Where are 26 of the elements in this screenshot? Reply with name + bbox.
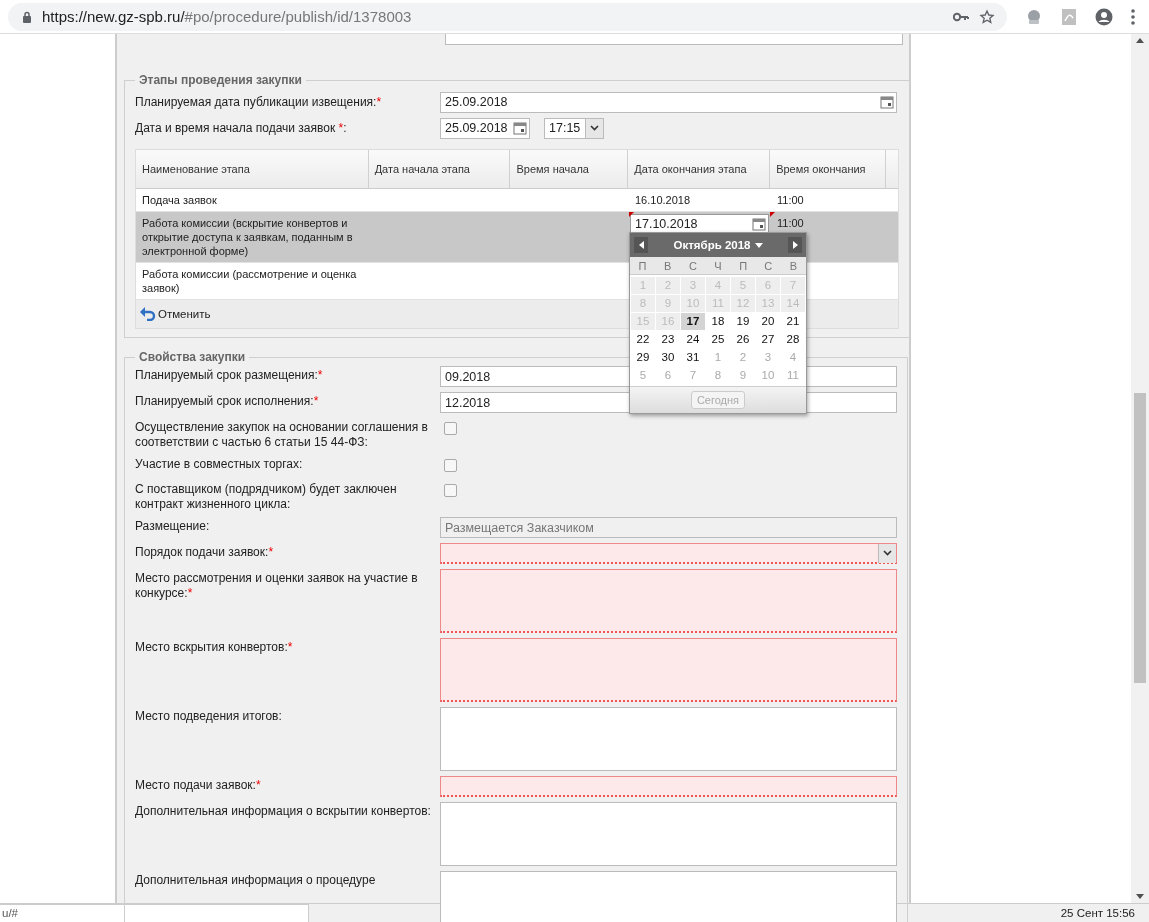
field-label: Дополнительная информация о вскрытии конвертов: — [135, 803, 432, 819]
field-label: Осуществление закупок на основании соглашения в соответствии с частью 6 статьи 15 44-ФЗ: — [135, 419, 429, 450]
table-cell-text: Работа комиссии (вскрытие конвертов и открытие доступа к заявкам, поданным в электронной форме) — [141, 216, 354, 259]
link-preview: u/# — [0, 903, 309, 922]
table-cell-text: Работа комиссии (рассмотрение и оценка заявок) — [141, 267, 358, 296]
table-cell: 16.10.2018 — [635, 194, 691, 206]
table-cell: 11:00 — [777, 217, 804, 229]
section-title: Этапы проведения закупки — [138, 73, 303, 87]
clock-text: 25 Сент 15:56 — [1060, 907, 1136, 919]
field-label: Размещение: — [135, 518, 211, 534]
field-label: Участие в совместных торгах: — [135, 456, 304, 472]
table-cell: 11:00 — [777, 194, 804, 206]
field-label: Место рассмотрения и оценки заявок на участие в конкурсе:* — [135, 570, 419, 601]
field-label: Планируемый срок исполнения:* — [135, 393, 320, 409]
table-cell-text: Подача заявок — [141, 193, 218, 208]
field-label: Место подведения итогов: — [135, 708, 283, 724]
field-label: С поставщиком (подрядчиком) будет заключен контракт жизненного цикла: — [135, 481, 398, 512]
field-label: Дополнительная информация о процедуре — [135, 872, 377, 888]
section-title: Свойства закупки — [138, 350, 247, 364]
field-label: Планируемая дата публикации извещения:* — [135, 94, 383, 110]
field-label: Дата и время начала подачи заявок *: — [135, 120, 348, 136]
field-label: Планируемый срок размещения:* — [135, 367, 324, 383]
field-label: Место вскрытия конвертов:* — [135, 639, 294, 655]
field-label: Порядок подачи заявок:* — [135, 544, 275, 560]
url-text: https://new.gz-spb.ru/#po/procedure/publish/id/1378003 — [42, 8, 413, 25]
field-label: Место подачи заявок:* — [135, 777, 262, 793]
